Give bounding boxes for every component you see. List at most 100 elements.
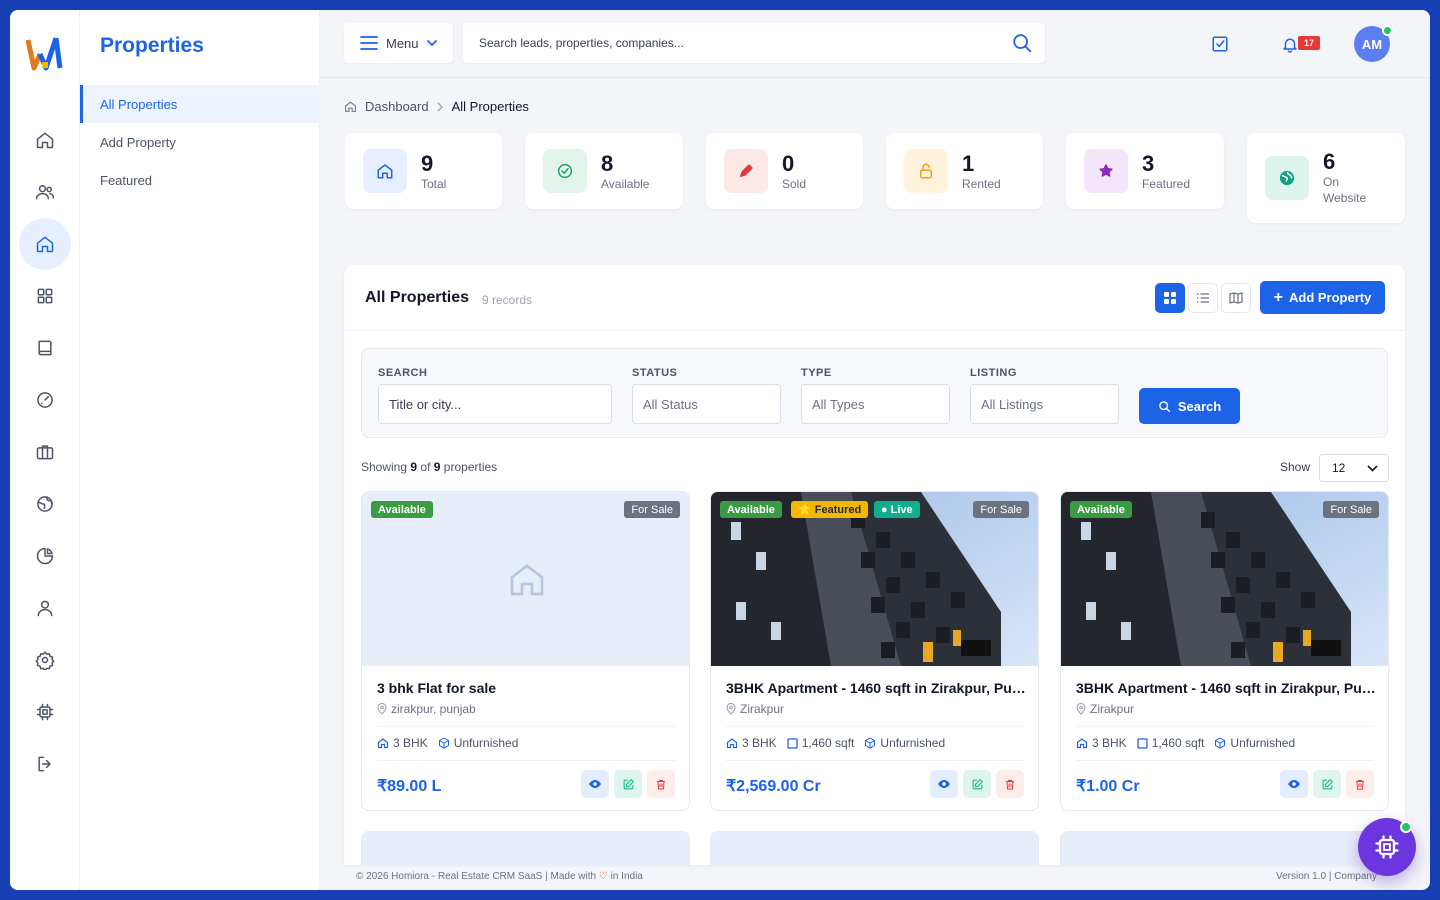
filter-type-select[interactable]: All Types	[801, 384, 950, 424]
page-size-value: 12	[1332, 461, 1346, 475]
delete-button[interactable]	[996, 770, 1024, 798]
page-size-select[interactable]: 12	[1319, 454, 1389, 482]
cube-icon	[865, 737, 876, 749]
tasks-check-icon[interactable]	[1210, 34, 1230, 54]
filter-search-button[interactable]: Search	[1139, 388, 1240, 424]
sale-type-badge: For Sale	[973, 501, 1029, 518]
panel-divider	[344, 330, 1405, 331]
breadcrumb: Dashboard All Properties	[344, 99, 529, 114]
delete-button[interactable]	[1346, 770, 1374, 798]
home-small-icon	[345, 101, 356, 112]
delete-button[interactable]	[647, 770, 675, 798]
edit-button[interactable]	[1313, 770, 1341, 798]
home-small-icon	[1076, 738, 1088, 749]
home-small-icon	[726, 738, 738, 749]
plus-icon: +	[1273, 288, 1283, 306]
rail-properties-icon[interactable]	[19, 218, 71, 270]
records-count: 9 records	[482, 293, 533, 307]
property-features: 3 BHK 1,460 sqft Unfurnished	[1076, 736, 1295, 750]
sub-sidebar-title: Properties	[100, 34, 204, 57]
list-view-button[interactable]	[1188, 283, 1218, 313]
stat-card-sold[interactable]: 0 Sold	[706, 133, 863, 209]
view-button[interactable]	[930, 770, 958, 798]
filter-search-input[interactable]	[378, 384, 612, 424]
search-icon[interactable]	[1011, 32, 1033, 54]
property-photo-building	[711, 492, 1038, 666]
sub-sidebar: Properties All Properties Add Property F…	[80, 10, 320, 890]
rail-book-icon[interactable]	[19, 322, 71, 374]
square-icon	[787, 737, 798, 749]
rail-briefcase-icon[interactable]	[19, 426, 71, 478]
property-location: Zirakpur	[1076, 702, 1134, 716]
card-divider	[377, 760, 675, 761]
edit-icon	[972, 778, 983, 789]
rail-users-icon[interactable]	[19, 166, 71, 218]
showing-suffix: properties	[443, 460, 498, 474]
property-location: zirakpur, punjab	[377, 702, 476, 716]
square-icon	[1137, 737, 1148, 749]
property-title[interactable]: 3BHK Apartment - 1460 sqft in Zirakpur, …	[726, 680, 1026, 696]
property-card[interactable]: Available ⭐ Featured ● Live For Sale 3BHK…	[710, 491, 1039, 811]
furnish-text: Unfurnished	[453, 736, 519, 750]
online-status-dot	[1382, 25, 1393, 36]
stat-card-on-website[interactable]: 6 On Website	[1247, 133, 1405, 223]
stat-card-total[interactable]: 9 Total	[345, 133, 502, 209]
bhk-text: 3 BHK	[1092, 736, 1127, 750]
edit-icon	[623, 778, 634, 789]
stat-label: Featured	[1142, 177, 1191, 191]
bhk-feature: 3 BHK	[377, 736, 428, 750]
stat-card-rented[interactable]: 1 Rented	[886, 133, 1043, 209]
status-badge: Available	[720, 501, 782, 518]
properties-panel: All Properties 9 records + Add Property …	[344, 265, 1405, 865]
property-card[interactable]: Available For Sale 3BHK Apartment - 1460…	[1060, 491, 1389, 811]
filter-search-label: SEARCH	[378, 367, 428, 379]
chevron-right-icon	[437, 102, 443, 111]
fab-status-dot	[1400, 821, 1412, 833]
sub-item-featured[interactable]: Featured	[80, 161, 320, 199]
bhk-feature: 3 BHK	[726, 736, 777, 750]
property-title[interactable]: 3 bhk Flat for sale	[377, 680, 677, 696]
global-search	[463, 23, 1045, 63]
card-divider	[726, 726, 1024, 727]
breadcrumb-dashboard[interactable]: Dashboard	[365, 99, 429, 114]
property-card[interactable]: Available For Sale 3 bhk Flat for sale z…	[361, 491, 690, 811]
rail-grid-icon[interactable]	[19, 270, 71, 322]
sub-item-add-property[interactable]: Add Property	[80, 123, 320, 161]
menu-button[interactable]: Menu	[344, 23, 453, 63]
global-search-input[interactable]	[479, 36, 1011, 50]
sale-type-badge: For Sale	[1323, 501, 1379, 518]
grid-icon	[1164, 292, 1176, 304]
stat-card-featured[interactable]: 3 Featured	[1066, 133, 1224, 209]
property-title[interactable]: 3BHK Apartment - 1460 sqft in Zirakpur, …	[1076, 680, 1376, 696]
heart-icon: ♡	[598, 871, 608, 882]
stat-label: Available	[601, 177, 650, 191]
furnish-feature: Unfurnished	[1214, 736, 1295, 750]
filter-status-label: STATUS	[632, 367, 678, 379]
rail-home-icon[interactable]	[19, 114, 71, 166]
rail-chip-icon[interactable]	[19, 686, 71, 738]
grid-view-button[interactable]	[1155, 283, 1185, 313]
eye-icon	[589, 780, 601, 788]
rail-globe-icon[interactable]	[19, 478, 71, 530]
rail-logout-icon[interactable]	[19, 738, 71, 790]
rail-chart-pie-icon[interactable]	[19, 530, 71, 582]
filter-listing-select[interactable]: All Listings	[970, 384, 1119, 424]
add-property-button[interactable]: + Add Property	[1260, 281, 1385, 314]
app-logo[interactable]	[26, 34, 64, 74]
edit-button[interactable]	[614, 770, 642, 798]
bhk-text: 3 BHK	[393, 736, 428, 750]
stat-card-available[interactable]: 8 Available	[525, 133, 683, 209]
rail-gauge-icon[interactable]	[19, 374, 71, 426]
map-view-button[interactable]	[1221, 283, 1251, 313]
property-image-placeholder	[362, 492, 689, 666]
edit-button[interactable]	[963, 770, 991, 798]
cube-icon	[438, 737, 449, 749]
filter-status-select[interactable]: All Status	[632, 384, 781, 424]
rail-user-icon[interactable]	[19, 582, 71, 634]
view-button[interactable]	[1280, 770, 1308, 798]
showing-prefix: Showing	[361, 460, 408, 474]
sub-item-all-properties[interactable]: All Properties	[80, 85, 320, 123]
bell-icon[interactable]	[1280, 34, 1300, 54]
rail-settings-icon[interactable]	[19, 634, 71, 686]
view-button[interactable]	[581, 770, 609, 798]
